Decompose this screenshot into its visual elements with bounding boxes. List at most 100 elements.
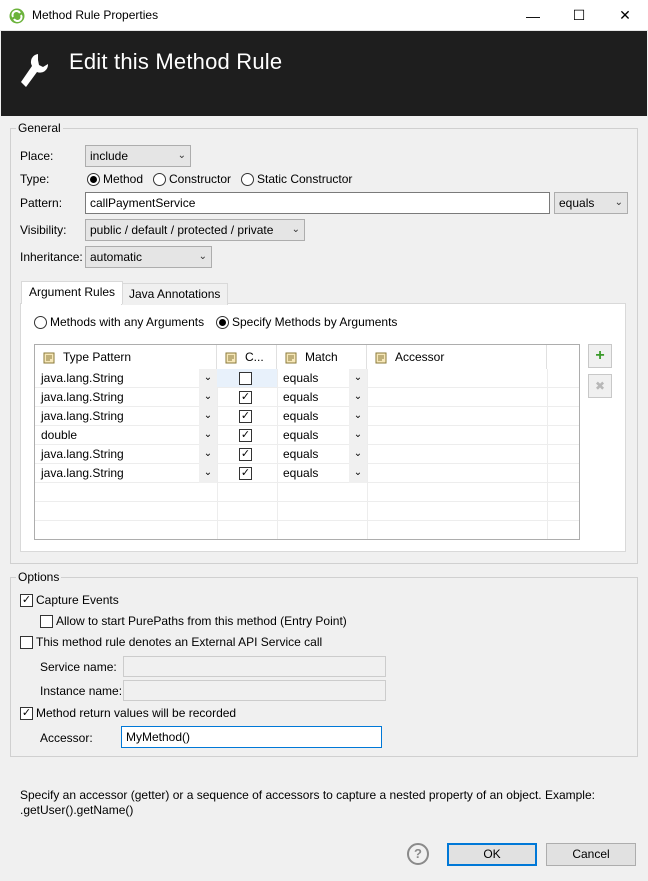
rule-icon — [285, 352, 297, 364]
add-row-button[interactable]: + — [588, 344, 612, 368]
app-icon — [9, 8, 25, 24]
return-values-checkbox[interactable]: ✓ — [20, 707, 33, 720]
type-pattern-cell[interactable]: java.lang.String — [35, 369, 217, 388]
capture-checkbox[interactable]: ✓ — [239, 410, 252, 423]
chevron-down-icon: ⌄ — [198, 251, 207, 262]
rule-icon — [43, 352, 55, 364]
inheritance-label: Inheritance: — [20, 250, 83, 264]
chevron-down-icon[interactable]: ⌄ — [199, 388, 217, 407]
mode-specify-radio[interactable] — [216, 316, 229, 329]
capture-checkbox[interactable]: ✓ — [239, 448, 252, 461]
wrench-icon — [21, 54, 49, 87]
type-pattern-cell[interactable]: java.lang.String — [35, 464, 217, 483]
table-row[interactable]: java.lang.String ⌄ ✓ equals ⌄ — [35, 407, 579, 426]
chevron-down-icon[interactable]: ⌄ — [349, 426, 367, 445]
visibility-select[interactable]: public / default / protected / private ⌄ — [85, 219, 305, 241]
chevron-down-icon[interactable]: ⌄ — [349, 445, 367, 464]
ok-button[interactable]: OK — [447, 843, 537, 866]
allow-purepaths-label: Allow to start PurePaths from this metho… — [56, 614, 347, 628]
chevron-down-icon[interactable]: ⌄ — [349, 388, 367, 407]
accessor-cell[interactable] — [367, 388, 547, 407]
visibility-value: public / default / protected / private — [90, 223, 274, 237]
check-icon: ✓ — [240, 429, 251, 441]
rule-icon — [375, 352, 387, 364]
capture-checkbox[interactable]: ✓ — [239, 467, 252, 480]
table-row[interactable]: java.lang.String ⌄ ✓ equals ⌄ — [35, 445, 579, 464]
external-api-checkbox[interactable] — [20, 636, 33, 649]
mode-any-label: Methods with any Arguments — [50, 315, 205, 329]
accessor-cell[interactable] — [367, 445, 547, 464]
column-header-type-pattern[interactable]: Type Pattern — [35, 345, 217, 369]
chevron-down-icon[interactable]: ⌄ — [349, 407, 367, 426]
rule-icon — [225, 352, 237, 364]
chevron-down-icon: ⌄ — [614, 197, 623, 208]
mode-any-radio[interactable] — [34, 316, 47, 329]
type-static-constructor-label: Static Constructor — [257, 172, 353, 186]
type-constructor-radio[interactable] — [153, 173, 166, 186]
service-name-input[interactable] — [123, 656, 386, 677]
allow-purepaths-checkbox[interactable] — [40, 615, 53, 628]
table-row[interactable]: java.lang.String ⌄ ✓ equals ⌄ — [35, 388, 579, 407]
accessor-label: Accessor: — [40, 731, 93, 745]
instance-name-input[interactable] — [123, 680, 386, 701]
type-pattern-cell[interactable]: java.lang.String — [35, 407, 217, 426]
column-header-accessor[interactable]: Accessor — [367, 345, 547, 369]
help-text-line-1: Specify an accessor (getter) or a sequen… — [20, 788, 595, 802]
chevron-down-icon: ⌄ — [291, 224, 300, 235]
pattern-match-select[interactable]: equals ⌄ — [554, 192, 628, 214]
pattern-label: Pattern: — [20, 196, 63, 210]
help-icon[interactable]: ? — [407, 843, 429, 865]
chevron-down-icon[interactable]: ⌄ — [199, 445, 217, 464]
type-pattern-cell[interactable]: java.lang.String — [35, 445, 217, 464]
chevron-down-icon[interactable]: ⌄ — [199, 369, 217, 388]
close-button[interactable]: ✕ — [602, 0, 648, 31]
service-name-label: Service name: — [40, 660, 117, 674]
accessor-cell[interactable] — [367, 369, 547, 388]
type-static-constructor-radio[interactable] — [241, 173, 254, 186]
table-row[interactable] — [35, 502, 579, 521]
table-row[interactable] — [35, 521, 579, 539]
column-header-match[interactable]: Match — [277, 345, 367, 369]
return-values-label: Method return values will be recorded — [36, 706, 237, 720]
table-row[interactable]: double ⌄ ✓ equals ⌄ — [35, 426, 579, 445]
type-pattern-cell[interactable]: double — [35, 426, 217, 445]
chevron-down-icon[interactable]: ⌄ — [349, 464, 367, 483]
accessor-cell[interactable] — [367, 464, 547, 483]
page-title: Edit this Method Rule — [69, 49, 283, 74]
capture-checkbox[interactable] — [239, 372, 252, 385]
remove-row-button[interactable]: ✖ — [588, 374, 612, 398]
cancel-button[interactable]: Cancel — [546, 843, 636, 866]
mode-specify-label: Specify Methods by Arguments — [232, 315, 398, 329]
table-row[interactable]: java.lang.String ⌄ equals ⌄ — [35, 369, 579, 388]
capture-events-checkbox[interactable]: ✓ — [20, 594, 33, 607]
minimize-button[interactable]: — — [510, 0, 556, 31]
chevron-down-icon[interactable]: ⌄ — [199, 464, 217, 483]
general-group-label: General — [16, 121, 63, 135]
inheritance-select[interactable]: automatic ⌄ — [85, 246, 212, 268]
type-pattern-cell[interactable]: java.lang.String — [35, 388, 217, 407]
accessor-cell[interactable] — [367, 407, 547, 426]
window-title: Method Rule Properties — [32, 8, 159, 22]
check-icon: ✓ — [240, 448, 251, 460]
table-row[interactable] — [35, 483, 579, 502]
inheritance-value: automatic — [90, 250, 143, 264]
type-method-label: Method — [103, 172, 144, 186]
tab-argument-rules[interactable]: Argument Rules — [21, 281, 124, 304]
capture-checkbox[interactable]: ✓ — [239, 391, 252, 404]
check-icon: ✓ — [240, 410, 251, 422]
tab-java-annotations[interactable]: Java Annotations — [121, 283, 229, 305]
chevron-down-icon[interactable]: ⌄ — [199, 426, 217, 445]
column-header-capture[interactable]: C... — [217, 345, 277, 369]
chevron-down-icon[interactable]: ⌄ — [349, 369, 367, 388]
accessor-input[interactable]: MyMethod() — [121, 726, 382, 748]
options-group-label: Options — [16, 570, 62, 584]
place-select[interactable]: include ⌄ — [85, 145, 191, 167]
maximize-button[interactable]: ☐ — [556, 0, 602, 31]
type-method-radio[interactable] — [87, 173, 100, 186]
capture-checkbox[interactable]: ✓ — [239, 429, 252, 442]
instance-name-label: Instance name: — [40, 684, 123, 698]
pattern-input[interactable]: callPaymentService — [85, 192, 550, 214]
table-row[interactable]: java.lang.String ⌄ ✓ equals ⌄ — [35, 464, 579, 483]
chevron-down-icon[interactable]: ⌄ — [199, 407, 217, 426]
accessor-cell[interactable] — [367, 426, 547, 445]
